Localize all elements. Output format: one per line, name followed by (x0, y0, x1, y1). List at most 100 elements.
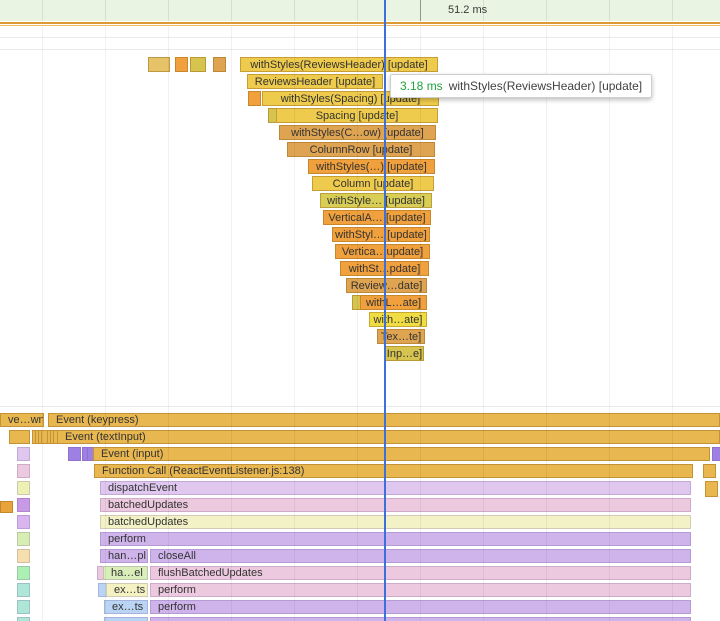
flame-bar[interactable]: withStyles(…) [update] (308, 159, 435, 174)
track-divider (0, 37, 720, 38)
flame-bar[interactable] (148, 57, 170, 72)
hover-tooltip: 3.18 ms withStyles(ReviewsHeader) [updat… (390, 74, 653, 98)
flame-bar-label: withStyles(ReviewsHeader) [update] (250, 58, 428, 71)
flame-bar[interactable] (9, 430, 30, 444)
flame-bar-label: Vertica…update] (341, 245, 424, 258)
flame-bar[interactable]: perform (150, 583, 691, 597)
flame-bar[interactable]: perform (150, 600, 691, 614)
flame-bar[interactable] (17, 600, 30, 614)
flame-bar[interactable]: ReviewsHeader [update] (247, 74, 383, 89)
flame-bar[interactable]: withL…ate] (360, 295, 427, 310)
flame-bar[interactable]: Event (input) (93, 447, 710, 461)
flame-bar[interactable] (17, 447, 30, 461)
flame-bar-label: Event (input) (101, 448, 164, 460)
flame-bar-label: VerticalA… [update] (328, 211, 426, 224)
flame-bar[interactable] (17, 481, 30, 495)
flame-bar[interactable]: Function Call (ReactEventListener.js:138… (94, 464, 693, 478)
flame-bar[interactable] (703, 464, 716, 478)
flame-bar-label: ha…el (111, 567, 143, 579)
flame-bar[interactable]: Review…date] (346, 278, 427, 293)
flame-bar[interactable] (17, 583, 30, 597)
flame-bar-label: han…pl (108, 550, 146, 562)
flame-bar[interactable]: batchedUpdates (100, 498, 691, 512)
flame-bar[interactable]: Vertica…update] (335, 244, 430, 259)
flame-bar[interactable] (17, 549, 30, 563)
flame-bar[interactable]: Event (textInput) (57, 430, 720, 444)
cpu-strip-line-thin (0, 25, 720, 26)
flame-bar-label: withStyle… [update] (327, 194, 425, 207)
flame-bar-label: with…ate] (373, 313, 423, 326)
flame-bar-label: ex…ts (112, 601, 144, 613)
flame-bar[interactable]: perform (100, 532, 691, 546)
flame-bar-label: batchedUpdates (108, 499, 189, 511)
flame-bar[interactable] (705, 481, 718, 497)
flame-bar[interactable]: flushBatchedUpdates (150, 566, 691, 580)
flame-bar-label: Event (textInput) (65, 431, 146, 443)
flame-bar-label: ex…ts (114, 584, 146, 596)
flame-bar[interactable]: withStyles(C…ow) [update] (279, 125, 436, 140)
flame-bar[interactable]: Spacing [update] (276, 108, 438, 123)
flame-bar-label: Column [update] (332, 177, 414, 190)
flame-bar[interactable] (68, 447, 81, 461)
flame-bar-label: Inp…e] (386, 347, 423, 360)
flame-bar[interactable]: ColumnRow [update] (287, 142, 435, 157)
flame-bar[interactable] (213, 57, 226, 72)
flame-bar-label: ReviewsHeader [update] (254, 75, 376, 88)
flame-bar[interactable]: Column [update] (312, 176, 434, 191)
flame-bar[interactable]: han…pl (100, 549, 148, 563)
flame-bar[interactable]: withStyles(ReviewsHeader) [update] (240, 57, 438, 72)
cpu-strip-line (0, 22, 720, 24)
track-divider (0, 49, 720, 50)
flame-bar-label: withStyles(C…ow) [update] (291, 126, 424, 139)
flame-bar[interactable]: dispatchEvent (100, 481, 691, 495)
flame-bar[interactable] (17, 566, 30, 580)
flame-bar[interactable] (104, 617, 148, 621)
flame-bar[interactable]: batchedUpdates (100, 515, 691, 529)
flame-bar-label: Tex…te] (380, 330, 422, 343)
flame-bar-label: perform (108, 533, 146, 545)
flame-bar[interactable] (175, 57, 188, 72)
flame-bar[interactable]: Inp…e] (385, 346, 424, 361)
flame-bar-label: batchedUpdates (108, 516, 189, 528)
flame-bar-label: withStyles(…) [update] (316, 160, 427, 173)
flame-bar[interactable] (17, 617, 30, 621)
flame-bar-label: perform (158, 584, 196, 596)
playhead-cursor-line (384, 0, 386, 621)
flame-bar-label: perform (158, 601, 196, 613)
flame-bar[interactable] (0, 501, 13, 513)
flame-bar[interactable] (190, 57, 206, 72)
flame-bar[interactable]: ha…el (103, 566, 148, 580)
section-divider (0, 406, 720, 407)
performance-flame-chart: 51.2 ms withStyles(ReviewsHeader) [updat… (0, 0, 720, 621)
flame-bar[interactable] (150, 617, 691, 621)
timeline-ruler[interactable] (0, 0, 720, 21)
flame-bar-label: ColumnRow [update] (309, 143, 413, 156)
flame-bar[interactable] (712, 447, 720, 461)
flame-bar-label: flushBatchedUpdates (158, 567, 263, 579)
flame-bar[interactable] (17, 498, 30, 512)
flame-bar-label: closeAll (158, 550, 196, 562)
flame-bar[interactable]: VerticalA… [update] (323, 210, 431, 225)
flame-bar-label: ve…wn) (8, 414, 43, 426)
flame-bar[interactable] (248, 91, 261, 106)
ruler-time-label: 51.2 ms (448, 4, 488, 16)
flame-bar[interactable]: closeAll (150, 549, 691, 563)
tooltip-duration: 3.18 ms (400, 79, 443, 93)
flame-bar[interactable]: withStyle… [update] (320, 193, 432, 208)
flame-bar[interactable]: with…ate] (369, 312, 427, 327)
flame-bar[interactable]: withStyl… [update] (332, 227, 430, 242)
flame-bar[interactable]: ex…ts (104, 600, 148, 614)
flame-bar-label: Review…date] (350, 279, 423, 292)
flame-bar-label: withStyl… [update] (335, 228, 427, 241)
flame-bar-label: Event (keypress) (56, 414, 139, 426)
tooltip-label: withStyles(ReviewsHeader) [update] (448, 79, 643, 93)
flame-bar[interactable] (17, 464, 30, 478)
flame-bar[interactable]: ex…ts (106, 583, 148, 597)
flame-bar-label: Function Call (ReactEventListener.js:138… (102, 465, 305, 477)
flame-bar[interactable] (17, 532, 30, 546)
gridline (42, 26, 43, 621)
flame-bar[interactable] (17, 515, 30, 529)
flame-bar-label: dispatchEvent (108, 482, 178, 494)
flame-bar[interactable]: ve…wn) (0, 413, 44, 427)
flame-bar-label: withL…ate] (365, 296, 422, 309)
